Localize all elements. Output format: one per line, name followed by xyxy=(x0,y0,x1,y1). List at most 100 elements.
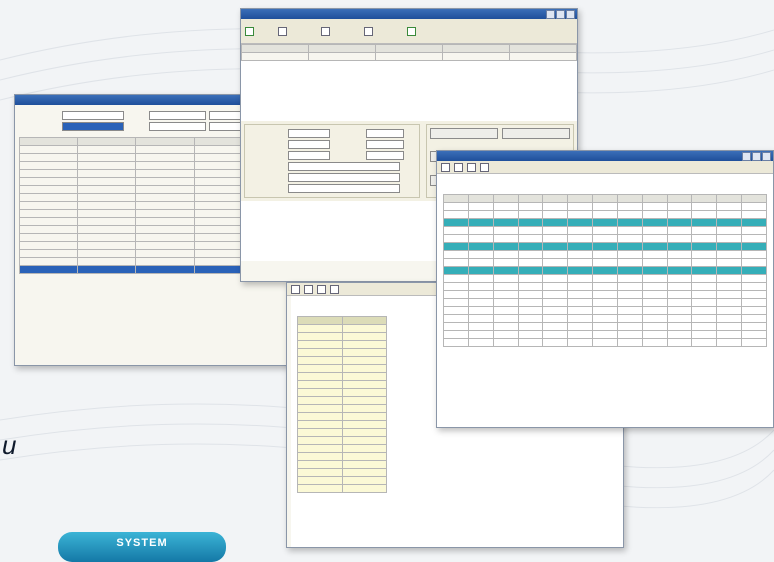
table-cell xyxy=(517,250,544,259)
table-cell xyxy=(77,209,137,218)
table-cell xyxy=(592,306,618,315)
filter-select-highlight[interactable] xyxy=(62,122,124,131)
checkbox-icon[interactable] xyxy=(308,52,376,61)
table-cell xyxy=(467,210,494,219)
detail-input-9[interactable] xyxy=(288,184,400,193)
table-cell xyxy=(297,388,343,397)
left-grid-header-1[interactable] xyxy=(77,137,137,146)
table-cell xyxy=(616,306,643,315)
table-cell xyxy=(18,265,79,274)
detail-input-5[interactable] xyxy=(288,151,330,160)
table-cell xyxy=(492,306,519,315)
left-grid-header-2[interactable] xyxy=(135,137,195,146)
export-icon[interactable] xyxy=(330,284,339,294)
table-cell xyxy=(517,266,544,275)
table-cell xyxy=(592,282,618,291)
table-row xyxy=(297,372,387,381)
table-cell xyxy=(297,372,343,381)
maximize-icon[interactable] xyxy=(752,152,761,161)
table-cell xyxy=(616,266,643,275)
table-cell xyxy=(716,226,743,235)
table-cell xyxy=(443,322,469,331)
detail-input-6[interactable] xyxy=(366,151,404,160)
save-icon[interactable] xyxy=(245,26,254,36)
close-icon[interactable] xyxy=(762,152,771,161)
right-report-page xyxy=(437,174,773,427)
table-row xyxy=(443,306,767,315)
table-cell xyxy=(641,282,668,291)
detail-input-8[interactable] xyxy=(288,173,400,182)
detail-input-2[interactable] xyxy=(366,129,404,138)
minimize-icon[interactable] xyxy=(742,152,751,161)
table-cell xyxy=(77,233,137,242)
table-row xyxy=(297,364,387,373)
date-from-input[interactable] xyxy=(149,111,206,120)
detail-input-7[interactable] xyxy=(288,162,400,171)
exit-icon[interactable] xyxy=(407,26,416,36)
filter-input-1[interactable] xyxy=(62,111,124,120)
redo-icon[interactable] xyxy=(364,26,373,36)
table-cell xyxy=(517,274,544,283)
table-cell xyxy=(542,202,569,211)
table-row xyxy=(443,266,767,275)
dropdown-icon[interactable] xyxy=(375,52,443,61)
print-icon[interactable] xyxy=(441,162,450,172)
table-cell xyxy=(517,290,544,299)
table-cell xyxy=(616,322,643,331)
table-cell xyxy=(542,338,569,347)
table-cell xyxy=(567,298,594,307)
table-cell xyxy=(443,226,469,235)
zoom-icon[interactable] xyxy=(454,162,463,172)
table-cell xyxy=(18,233,79,242)
export-icon[interactable] xyxy=(480,162,489,172)
zoom-icon[interactable] xyxy=(304,284,313,294)
print-icon[interactable] xyxy=(291,284,300,294)
table-row xyxy=(297,420,387,429)
detail-input-1[interactable] xyxy=(288,129,330,138)
table-cell xyxy=(77,217,137,226)
table-cell xyxy=(691,210,718,219)
date-to-input[interactable] xyxy=(149,122,206,131)
table-cell xyxy=(297,436,343,445)
table-cell xyxy=(517,330,544,339)
maximize-icon[interactable] xyxy=(556,10,565,19)
undo-icon[interactable] xyxy=(321,26,330,36)
table-cell xyxy=(492,266,519,275)
table-cell xyxy=(443,330,469,339)
table-cell xyxy=(341,412,387,421)
table-cell xyxy=(443,282,469,291)
detail-input-4[interactable] xyxy=(366,140,404,149)
table-cell xyxy=(18,161,79,170)
detail-input-3[interactable] xyxy=(288,140,330,149)
table-cell xyxy=(297,316,343,325)
table-cell xyxy=(542,226,569,235)
table-cell xyxy=(492,330,519,339)
right-report-table xyxy=(443,194,767,347)
action-button-2[interactable] xyxy=(502,128,570,139)
table-cell xyxy=(592,274,618,283)
page-icon[interactable] xyxy=(467,162,476,172)
action-button-1[interactable] xyxy=(430,128,498,139)
table-cell xyxy=(467,266,494,275)
table-cell xyxy=(297,476,343,485)
table-cell xyxy=(443,298,469,307)
table-cell xyxy=(592,330,618,339)
table-cell xyxy=(716,338,743,347)
table-cell xyxy=(18,249,79,258)
table-cell xyxy=(691,226,718,235)
table-row xyxy=(443,274,767,283)
table-cell xyxy=(567,258,594,267)
new-icon[interactable] xyxy=(278,26,287,36)
table-cell xyxy=(297,356,343,365)
table-cell xyxy=(542,258,569,267)
table-cell xyxy=(641,266,668,275)
close-icon[interactable] xyxy=(566,10,575,19)
table-cell xyxy=(666,282,693,291)
minimize-icon[interactable] xyxy=(546,10,555,19)
table-cell xyxy=(467,258,494,267)
left-grid-header-0[interactable] xyxy=(18,137,79,146)
table-cell xyxy=(567,242,594,251)
page-icon[interactable] xyxy=(317,284,326,294)
table-cell xyxy=(616,250,643,259)
table-cell xyxy=(666,250,693,259)
